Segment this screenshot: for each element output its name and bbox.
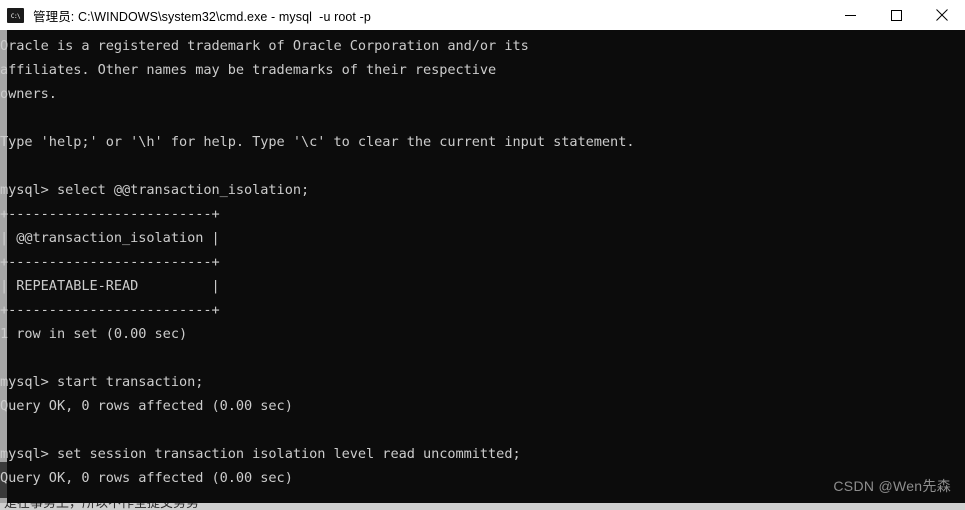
console-output-area[interactable]: Oracle is a registered trademark of Orac… xyxy=(0,30,965,510)
cmd-window: C:\ 管理员: C:\WINDOWS\system32\cmd.exe - m… xyxy=(0,0,965,510)
title-bar[interactable]: C:\ 管理员: C:\WINDOWS\system32\cmd.exe - m… xyxy=(0,0,965,30)
terminal-line: owners. xyxy=(0,86,57,102)
close-icon xyxy=(936,9,948,21)
terminal-line: mysql> select @@transaction_isolation; xyxy=(0,182,310,198)
watermark-label: CSDN @Wen先森 xyxy=(833,478,951,494)
maximize-button[interactable] xyxy=(873,0,919,30)
terminal-line: 1 row in set (0.00 sec) xyxy=(0,326,188,342)
terminal-line: +-------------------------+ xyxy=(0,254,220,270)
clipped-bottom-strip: 是在事务上，所以不作全提交务务 xyxy=(0,503,965,510)
terminal-line: +-------------------------+ xyxy=(0,302,220,318)
terminal-text: Oracle is a registered trademark of Orac… xyxy=(0,34,960,510)
icon-prompt-glyph: C:\ xyxy=(8,11,23,22)
terminal-line: Type 'help;' or '\h' for help. Type '\c'… xyxy=(0,134,635,150)
minimize-button[interactable] xyxy=(827,0,873,30)
terminal-line: | REPEATABLE-READ | xyxy=(0,278,220,294)
cmd-console-icon: C:\ xyxy=(7,7,24,23)
terminal-line: +-------------------------+ xyxy=(0,206,220,222)
terminal-line: mysql> start transaction; xyxy=(0,374,204,390)
terminal-line: Query OK, 0 rows affected (0.00 sec) xyxy=(0,398,293,414)
terminal-line: mysql> set session transaction isolation… xyxy=(0,446,521,462)
terminal-line: affiliates. Other names may be trademark… xyxy=(0,62,497,78)
terminal-line: | @@transaction_isolation | xyxy=(0,230,220,246)
clipped-text: 是在事务上，所以不作全提交务务 xyxy=(4,503,199,510)
maximize-icon xyxy=(890,9,902,21)
terminal-line: Query OK, 0 rows affected (0.00 sec) xyxy=(0,470,293,486)
terminal-line: Oracle is a registered trademark of Orac… xyxy=(0,38,529,54)
minimize-icon xyxy=(844,14,856,16)
window-title: 管理员: C:\WINDOWS\system32\cmd.exe - mysql… xyxy=(33,9,371,24)
close-button[interactable] xyxy=(919,0,965,30)
